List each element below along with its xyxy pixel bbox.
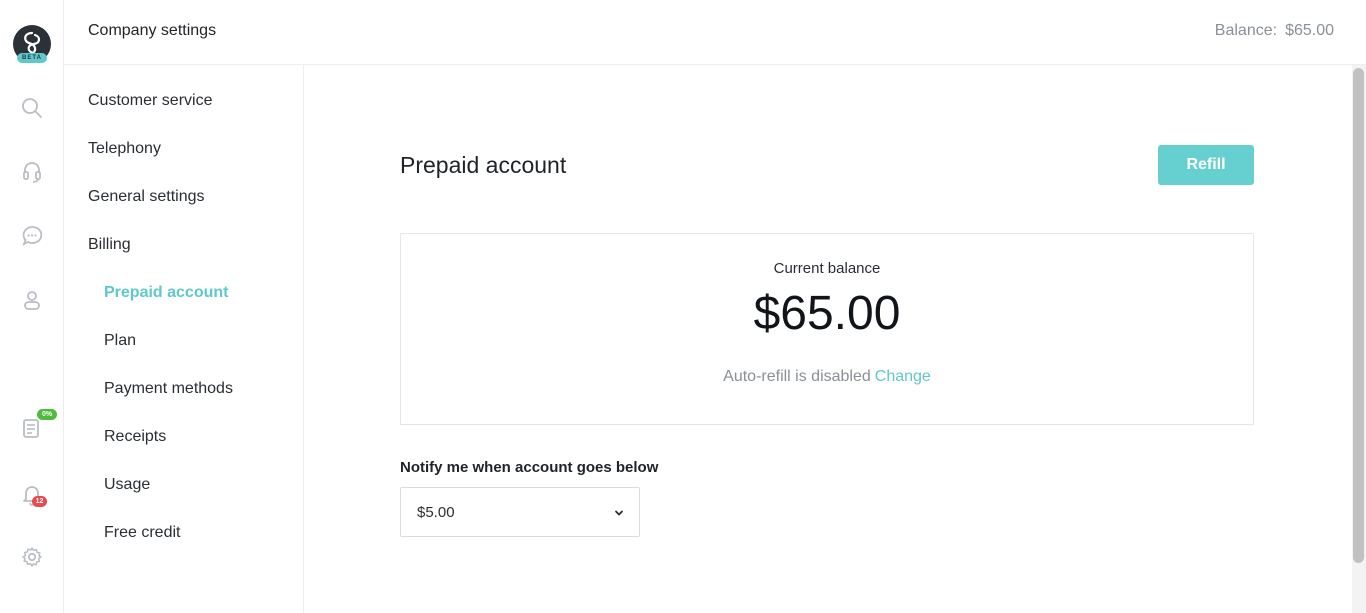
search-icon[interactable] (20, 96, 44, 120)
settings-nav: Customer service Telephony General setti… (64, 65, 304, 613)
change-autorefill-link[interactable]: Change (875, 368, 931, 385)
icon-rail: BETA 0% 12 (0, 0, 64, 613)
page-scrollbar[interactable] (1352, 65, 1366, 613)
header-balance: Balance: $65.00 (1215, 22, 1334, 40)
notify-threshold-value: $5.00 (417, 504, 455, 521)
checklist-icon[interactable]: 0% (20, 409, 57, 440)
headset-icon[interactable] (20, 160, 44, 184)
nav-telephony[interactable]: Telephony (88, 140, 161, 158)
notify-threshold-label: Notify me when account goes below (400, 459, 659, 476)
nav-general-settings[interactable]: General settings (88, 188, 205, 206)
nav-customer-service[interactable]: Customer service (88, 92, 212, 110)
nav-prepaid-account[interactable]: Prepaid account (104, 284, 228, 302)
current-balance-amount: $65.00 (753, 287, 901, 340)
autorefill-text: Auto-refill is disabled (723, 368, 871, 385)
balance-card: Current balance $65.00 Auto-refill is di… (400, 233, 1254, 425)
main-content: Prepaid account Refill Current balance $… (305, 65, 1351, 613)
refill-button[interactable]: Refill (1158, 145, 1254, 185)
chat-icon[interactable] (20, 224, 44, 248)
contacts-icon[interactable] (20, 288, 44, 312)
notify-threshold-select[interactable]: $5.00 (400, 487, 640, 537)
page-header-title: Company settings (88, 22, 217, 39)
header-balance-label: Balance: (1214, 22, 1278, 39)
bell-icon[interactable]: 12 (20, 482, 47, 507)
nav-plan[interactable]: Plan (104, 332, 136, 350)
nav-free-credit[interactable]: Free credit (104, 524, 180, 542)
beta-badge: BETA (17, 53, 47, 63)
header-balance-value: $65.00 (1285, 22, 1334, 39)
autorefill-status: Auto-refill is disabled Change (401, 368, 1253, 386)
scrollbar-thumb[interactable] (1353, 68, 1364, 563)
nav-usage[interactable]: Usage (104, 476, 150, 494)
nav-receipts[interactable]: Receipts (104, 428, 166, 446)
top-bar: Company settings Balance: $65.00 (64, 0, 1366, 65)
nav-payment-methods[interactable]: Payment methods (104, 380, 233, 398)
company-logo[interactable]: BETA (13, 25, 51, 63)
current-balance-label: Current balance (773, 260, 881, 277)
gear-icon[interactable] (20, 545, 44, 569)
progress-badge: 0% (37, 409, 57, 420)
nav-billing[interactable]: Billing (88, 236, 131, 254)
page-title: Prepaid account (400, 152, 567, 178)
chevron-down-icon (613, 506, 625, 518)
notification-count-badge: 12 (32, 496, 47, 507)
